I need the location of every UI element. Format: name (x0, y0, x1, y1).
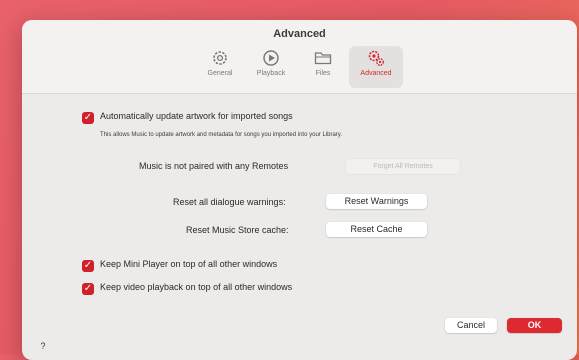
tab-playback[interactable]: Playback (246, 46, 296, 88)
tab-general-label: General (207, 70, 233, 77)
reset-warnings-button[interactable]: Reset Warnings (326, 194, 427, 209)
mini-player-checkbox[interactable]: ✓ (82, 260, 94, 272)
video-playback-label: Keep video playback on top of all other … (100, 282, 293, 292)
tab-files-label: Files (315, 70, 331, 77)
tab-files[interactable]: Files (298, 46, 348, 88)
window-title: Advanced (273, 28, 326, 40)
remotes-label: Music is not paired with any Remotes (139, 161, 289, 171)
gears-icon (349, 48, 403, 70)
artwork-description: This allows Music to update artwork and … (100, 132, 343, 138)
reset-cache-button[interactable]: Reset Cache (326, 222, 427, 237)
reset-warnings-label: Reset all dialogue warnings: (173, 197, 286, 207)
play-circle-icon (246, 48, 296, 70)
preferences-window: Advanced General Playback Files Advanced (22, 20, 577, 360)
cancel-button[interactable]: Cancel (445, 318, 497, 333)
forget-all-remotes-button[interactable]: Forget All Remotes (346, 159, 460, 174)
ok-button[interactable]: OK (507, 318, 562, 333)
tab-general[interactable]: General (195, 46, 245, 88)
tab-advanced[interactable]: Advanced (349, 46, 403, 88)
tab-playback-label: Playback (256, 70, 286, 77)
video-playback-checkbox[interactable]: ✓ (82, 283, 94, 295)
tab-advanced-label: Advanced (360, 70, 392, 77)
folder-icon (298, 48, 348, 70)
reset-cache-label: Reset Music Store cache: (186, 225, 289, 235)
help-button[interactable]: ? (36, 339, 50, 353)
gear-icon (195, 48, 245, 70)
mini-player-label: Keep Mini Player on top of all other win… (100, 259, 278, 269)
artwork-label: Automatically update artwork for importe… (100, 111, 293, 121)
advanced-settings-panel: ✓ Automatically update artwork for impor… (22, 94, 577, 360)
artwork-checkbox[interactable]: ✓ (82, 112, 94, 124)
toolbar: Advanced General Playback Files Advanced (22, 20, 577, 94)
